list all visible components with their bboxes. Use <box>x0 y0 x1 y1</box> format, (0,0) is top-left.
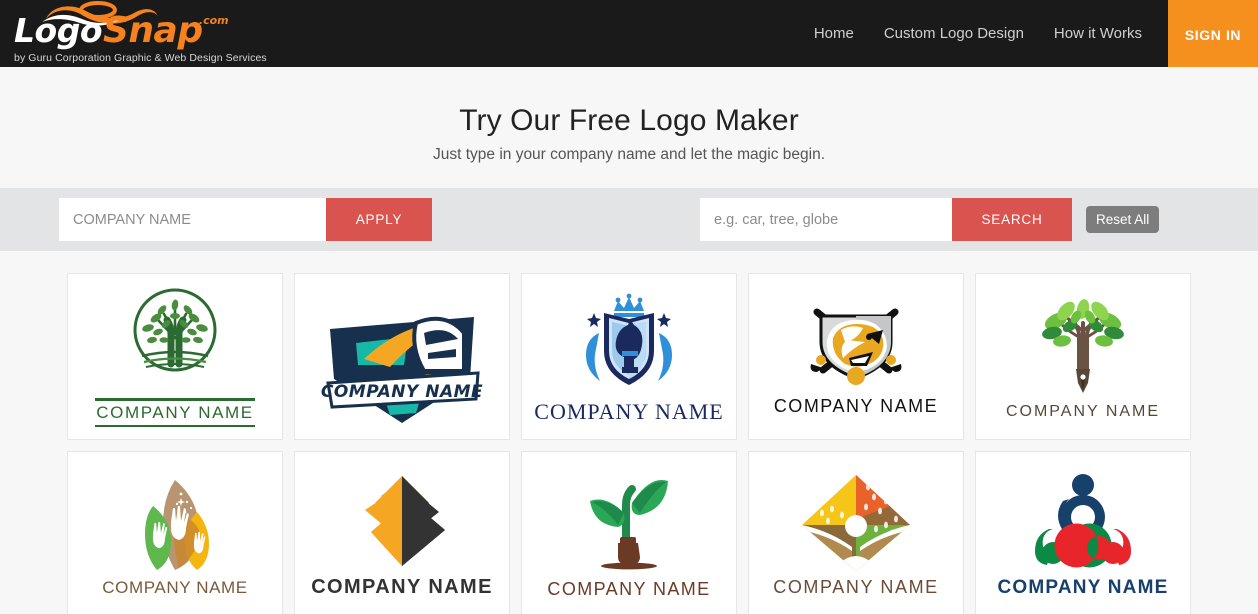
logo-company-name: COMPANY NAME <box>997 576 1169 598</box>
company-name-input[interactable] <box>59 198 326 241</box>
logo-card-pen-tree[interactable]: COMPANY NAME <box>975 273 1191 440</box>
logo-card-tree-circle[interactable]: COMPANY NAME <box>67 273 283 440</box>
sign-in-button[interactable]: SIGN IN <box>1168 0 1258 67</box>
logo-card-hands-leaves[interactable]: COMPANY NAME <box>67 451 283 614</box>
three-people-circle-icon <box>1035 473 1131 567</box>
logo-card-train-emblem[interactable]: COMPANY NAME <box>294 273 510 440</box>
train-shield-icon: COMPANY NAME <box>321 316 483 423</box>
tree-pen-nib-icon <box>1042 298 1124 393</box>
logo-company-name: COMPANY NAME <box>96 402 254 422</box>
brand-word-logo: Logo <box>14 11 103 50</box>
logo-card-diamond-person[interactable]: COMPANY NAME <box>748 451 964 614</box>
nav-link-home[interactable]: Home <box>814 25 854 42</box>
brand-tagline: by Guru Corporation Graphic & Web Design… <box>14 52 267 64</box>
reset-all-button[interactable]: Reset All <box>1086 206 1160 233</box>
logo-company-name: COMPANY NAME <box>773 577 939 597</box>
brand-word-snap: Snap <box>103 10 203 51</box>
page-subtitle: Just type in your company name and let t… <box>432 146 826 163</box>
logo-company-name: COMPANY NAME <box>773 396 939 416</box>
nav-link-list: Home Custom Logo Design How it Works <box>814 0 1168 67</box>
circular-tree-icon <box>133 288 217 372</box>
search-button[interactable]: SEARCH <box>952 198 1072 241</box>
logo-company-name: COMPANY NAME <box>534 398 724 424</box>
logo-results-grid: COMPANY NAME COMPANY NAME COMPANY NAME C… <box>0 273 1258 614</box>
logo-company-name: COMPANY NAME <box>311 576 493 598</box>
search-toolbar: APPLY SEARCH Reset All <box>0 188 1258 251</box>
main-nav: Home Custom Logo Design How it Works SIG… <box>814 0 1258 67</box>
apply-button[interactable]: APPLY <box>326 198 432 241</box>
keyword-search-input[interactable] <box>700 198 952 241</box>
logo-card-three-people[interactable]: COMPANY NAME <box>975 451 1191 614</box>
nav-link-how-it-works[interactable]: How it Works <box>1054 25 1142 42</box>
logo-card-eagle-hockey[interactable]: COMPANY NAME <box>748 273 964 440</box>
hero-section: Try Our Free Logo Maker Just type in you… <box>0 67 1258 164</box>
company-name-group: APPLY <box>59 198 432 241</box>
nav-link-custom-logo-design[interactable]: Custom Logo Design <box>884 25 1024 42</box>
brand-domain: .com <box>198 14 229 27</box>
knight-crown-shield-icon <box>586 293 672 385</box>
seedling-ink-bottle-icon <box>590 479 668 570</box>
logo-card-sprout-inkpot[interactable]: COMPANY NAME <box>521 451 737 614</box>
eagle-crossed-sticks-icon <box>810 308 902 385</box>
pyramid-diamond-icon <box>365 476 445 566</box>
logo-company-name: COMPANY NAME <box>321 382 483 402</box>
logo-card-pyramid-steps[interactable]: COMPANY NAME <box>294 451 510 614</box>
logo-company-name: COMPANY NAME <box>1005 402 1161 420</box>
logo-company-name: COMPANY NAME <box>547 579 711 599</box>
brand-logo[interactable]: Logo Snap .com by Guru Corporation Graph… <box>0 0 267 67</box>
site-header: Logo Snap .com by Guru Corporation Graph… <box>0 0 1258 67</box>
brand-wordmark: Logo Snap .com <box>14 1 267 51</box>
logo-card-chess-knight-shield[interactable]: COMPANY NAME <box>521 273 737 440</box>
keyword-search-group: SEARCH <box>700 198 1072 241</box>
colored-diamond-person-icon <box>802 475 910 571</box>
logo-company-name: COMPANY NAME <box>102 577 248 597</box>
page-title: Try Our Free Logo Maker <box>459 104 799 137</box>
three-leaves-hands-icon <box>145 479 209 570</box>
